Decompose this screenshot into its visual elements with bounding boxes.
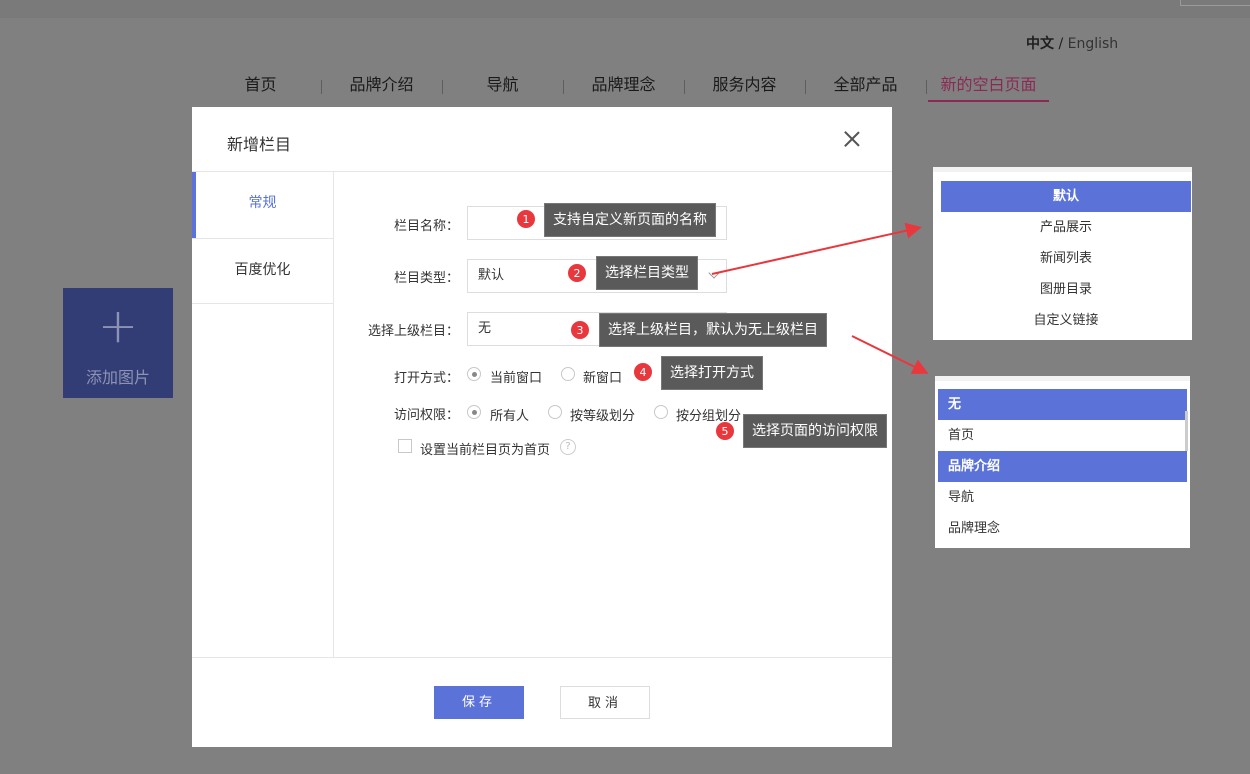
radio-by-group[interactable]: [654, 405, 668, 419]
nav-separator: [926, 80, 927, 94]
nav-item-brand[interactable]: 品牌介绍: [321, 72, 442, 102]
annotation-tip-3: 选择上级栏目，默认为无上级栏目: [599, 313, 827, 347]
nav-item-products[interactable]: 全部产品: [805, 72, 926, 102]
type-dropdown-preview: 默认 产品展示 新闻列表 图册目录 自定义链接: [933, 167, 1192, 340]
open-label: 打开方式：: [393, 371, 459, 386]
dialog-sidebar: 常规 百度优化: [192, 172, 334, 657]
annotation-tip-4: 选择打开方式: [661, 356, 763, 390]
parent-option-brand[interactable]: 品牌介绍: [938, 451, 1187, 482]
dialog-footer: 保存 取消: [192, 657, 892, 747]
annotation-tip-1: 支持自定义新页面的名称: [544, 203, 716, 237]
lang-separator: /: [1054, 36, 1068, 52]
radio-new-window-label: 新窗口: [583, 371, 623, 386]
radio-by-level-label: 按等级划分: [570, 409, 636, 424]
nav-item-concept[interactable]: 品牌理念: [563, 72, 684, 102]
annotation-tip-2: 选择栏目类型: [596, 256, 698, 290]
help-icon[interactable]: ?: [560, 439, 576, 455]
radio-everyone-label: 所有人: [490, 409, 530, 424]
parent-option-home[interactable]: 首页: [938, 420, 1187, 451]
top-tab: [1180, 0, 1250, 6]
type-select-value: 默认: [478, 268, 505, 283]
nav-item-services[interactable]: 服务内容: [684, 72, 805, 102]
nav-item-new-page[interactable]: 新的空白页面: [928, 72, 1049, 102]
radio-everyone[interactable]: [467, 405, 481, 419]
radio-current-window-label: 当前窗口: [490, 371, 543, 386]
close-icon[interactable]: [844, 131, 860, 147]
annotation-badge-3: 3: [570, 320, 590, 340]
radio-by-level[interactable]: [548, 405, 562, 419]
cancel-button[interactable]: 取消: [560, 686, 650, 719]
parent-option-concept[interactable]: 品牌理念: [938, 513, 1187, 544]
type-option-products[interactable]: 产品展示: [941, 212, 1191, 243]
access-label: 访问权限：: [393, 408, 459, 423]
dialog-title: 新增栏目: [227, 135, 292, 154]
parent-label: 选择上级栏目：: [367, 324, 459, 339]
annotation-badge-5: 5: [715, 421, 735, 441]
radio-new-window[interactable]: [561, 367, 575, 381]
nav-item-navigation[interactable]: 导航: [442, 72, 563, 102]
parent-select-value: 无: [478, 321, 492, 336]
tab-baidu-seo[interactable]: 百度优化: [192, 238, 333, 304]
radio-by-group-label: 按分组划分: [676, 409, 742, 424]
add-image-button[interactable]: + 添加图片: [63, 288, 173, 398]
type-option-news[interactable]: 新闻列表: [941, 243, 1191, 274]
lang-chinese[interactable]: 中文: [1026, 36, 1054, 52]
annotation-badge-1: 1: [516, 209, 536, 229]
save-button[interactable]: 保存: [434, 686, 524, 719]
add-image-label: 添加图片: [85, 368, 150, 387]
nav-item-home[interactable]: 首页: [200, 72, 321, 102]
tab-general[interactable]: 常规: [192, 172, 333, 238]
type-label: 栏目类型：: [393, 271, 459, 286]
annotation-badge-4: 4: [633, 362, 653, 382]
dialog-header: 新增栏目: [192, 107, 892, 172]
type-option-custom-link[interactable]: 自定义链接: [941, 305, 1191, 336]
homepage-checkbox[interactable]: [398, 439, 412, 453]
parent-dropdown-preview: 无 首页 品牌介绍 导航 品牌理念: [935, 376, 1190, 548]
annotation-badge-2: 2: [567, 263, 587, 283]
browser-top-strip: [0, 0, 1250, 18]
name-label: 栏目名称：: [393, 219, 459, 234]
plus-icon: +: [97, 298, 139, 354]
radio-current-window[interactable]: [467, 367, 481, 381]
parent-option-none[interactable]: 无: [938, 389, 1187, 420]
chevron-down-icon: [708, 267, 720, 279]
annotation-tip-5: 选择页面的访问权限: [743, 414, 887, 448]
homepage-label: 设置当前栏目页为首页: [420, 443, 551, 458]
language-switch: 中文 / English: [1026, 33, 1118, 53]
lang-english[interactable]: English: [1068, 36, 1119, 52]
type-option-default[interactable]: 默认: [941, 181, 1191, 212]
parent-option-navigation[interactable]: 导航: [938, 482, 1187, 513]
type-option-gallery[interactable]: 图册目录: [941, 274, 1191, 305]
dropdown-scrollbar[interactable]: [1185, 411, 1188, 451]
